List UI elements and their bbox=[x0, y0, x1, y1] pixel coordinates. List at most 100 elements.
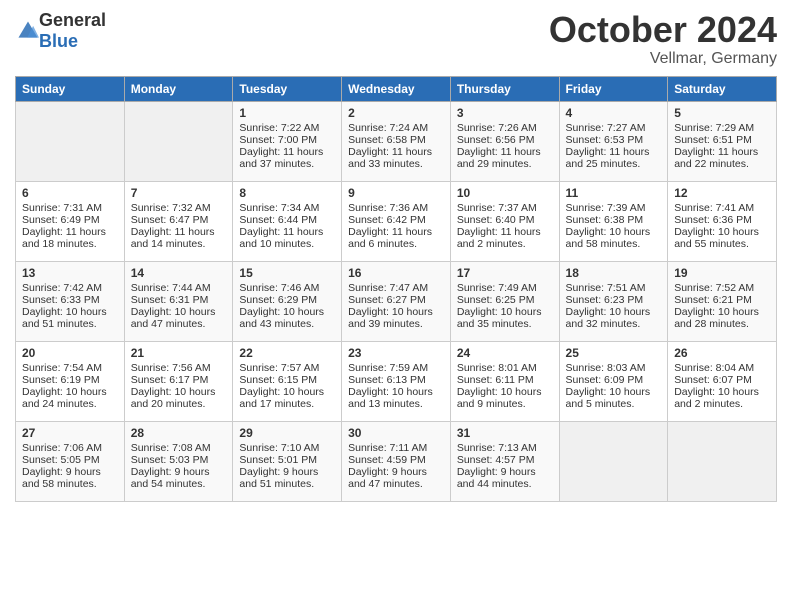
calendar-cell: 8Sunrise: 7:34 AMSunset: 6:44 PMDaylight… bbox=[233, 181, 342, 261]
day-info: Daylight: 10 hours and 2 minutes. bbox=[674, 386, 770, 410]
day-header-sunday: Sunday bbox=[16, 76, 125, 101]
day-number: 11 bbox=[566, 186, 662, 200]
calendar-cell bbox=[124, 101, 233, 181]
day-info: Daylight: 9 hours and 51 minutes. bbox=[239, 466, 335, 490]
day-info: Sunset: 6:36 PM bbox=[674, 214, 770, 226]
day-info: Sunrise: 7:22 AM bbox=[239, 122, 335, 134]
logo-general: General bbox=[39, 10, 106, 30]
day-info: Daylight: 11 hours and 18 minutes. bbox=[22, 226, 118, 250]
day-info: Daylight: 11 hours and 14 minutes. bbox=[131, 226, 227, 250]
day-info: Sunrise: 7:32 AM bbox=[131, 202, 227, 214]
day-number: 4 bbox=[566, 106, 662, 120]
calendar-cell: 22Sunrise: 7:57 AMSunset: 6:15 PMDayligh… bbox=[233, 341, 342, 421]
day-header-monday: Monday bbox=[124, 76, 233, 101]
day-info: Sunset: 6:51 PM bbox=[674, 134, 770, 146]
day-number: 6 bbox=[22, 186, 118, 200]
day-number: 31 bbox=[457, 426, 553, 440]
day-info: Sunset: 4:59 PM bbox=[348, 454, 444, 466]
day-info: Daylight: 10 hours and 43 minutes. bbox=[239, 306, 335, 330]
calendar-cell: 20Sunrise: 7:54 AMSunset: 6:19 PMDayligh… bbox=[16, 341, 125, 421]
week-row: 20Sunrise: 7:54 AMSunset: 6:19 PMDayligh… bbox=[16, 341, 777, 421]
day-info: Sunset: 6:17 PM bbox=[131, 374, 227, 386]
day-info: Sunset: 7:00 PM bbox=[239, 134, 335, 146]
day-number: 21 bbox=[131, 346, 227, 360]
day-number: 5 bbox=[674, 106, 770, 120]
day-number: 17 bbox=[457, 266, 553, 280]
calendar-cell bbox=[16, 101, 125, 181]
location-label: Vellmar, Germany bbox=[549, 50, 777, 68]
day-header-wednesday: Wednesday bbox=[342, 76, 451, 101]
day-info: Sunrise: 7:24 AM bbox=[348, 122, 444, 134]
day-info: Daylight: 9 hours and 58 minutes. bbox=[22, 466, 118, 490]
calendar-cell: 6Sunrise: 7:31 AMSunset: 6:49 PMDaylight… bbox=[16, 181, 125, 261]
month-title: October 2024 bbox=[549, 10, 777, 50]
day-number: 19 bbox=[674, 266, 770, 280]
calendar-cell: 21 Sunrise: 7:56 AMSunset: 6:17 PMDayligh… bbox=[124, 341, 233, 421]
calendar-cell: 1Sunrise: 7:22 AMSunset: 7:00 PMDaylight… bbox=[233, 101, 342, 181]
logo-blue: Blue bbox=[39, 31, 78, 51]
day-info: Sunset: 4:57 PM bbox=[457, 454, 553, 466]
logo-icon bbox=[17, 20, 39, 42]
calendar-cell: 16Sunrise: 7:47 AMSunset: 6:27 PMDayligh… bbox=[342, 261, 451, 341]
day-info: Sunrise: 7:29 AM bbox=[674, 122, 770, 134]
day-header-friday: Friday bbox=[559, 76, 668, 101]
calendar-cell: 29Sunrise: 7:10 AMSunset: 5:01 PMDayligh… bbox=[233, 421, 342, 501]
calendar-page: General Blue October 2024 Vellmar, Germa… bbox=[0, 0, 792, 512]
day-number: 13 bbox=[22, 266, 118, 280]
day-info: Sunset: 5:05 PM bbox=[22, 454, 118, 466]
day-number: 26 bbox=[674, 346, 770, 360]
day-info: Sunrise: 7:46 AM bbox=[239, 282, 335, 294]
day-info: Sunrise: 7:36 AM bbox=[348, 202, 444, 214]
calendar-cell: 24Sunrise: 8:01 AMSunset: 6:11 PMDayligh… bbox=[450, 341, 559, 421]
calendar-cell: 2Sunrise: 7:24 AMSunset: 6:58 PMDaylight… bbox=[342, 101, 451, 181]
day-info: Daylight: 10 hours and 5 minutes. bbox=[566, 386, 662, 410]
day-number: 10 bbox=[457, 186, 553, 200]
calendar-cell: 31Sunrise: 7:13 AMSunset: 4:57 PMDayligh… bbox=[450, 421, 559, 501]
day-info: Daylight: 10 hours and 20 minutes. bbox=[131, 386, 227, 410]
calendar-cell: 27Sunrise: 7:06 AMSunset: 5:05 PMDayligh… bbox=[16, 421, 125, 501]
day-info: Daylight: 10 hours and 13 minutes. bbox=[348, 386, 444, 410]
day-info: Sunrise: 7:27 AM bbox=[566, 122, 662, 134]
calendar-cell: 13Sunrise: 7:42 AMSunset: 6:33 PMDayligh… bbox=[16, 261, 125, 341]
day-info: Sunrise: 7:08 AM bbox=[131, 442, 227, 454]
day-info: Sunset: 6:07 PM bbox=[674, 374, 770, 386]
calendar-cell: 9Sunrise: 7:36 AMSunset: 6:42 PMDaylight… bbox=[342, 181, 451, 261]
day-info: Sunrise: 7:49 AM bbox=[457, 282, 553, 294]
day-info: Daylight: 10 hours and 39 minutes. bbox=[348, 306, 444, 330]
day-info: Sunrise: 7:56 AM bbox=[131, 362, 227, 374]
day-info: Daylight: 10 hours and 58 minutes. bbox=[566, 226, 662, 250]
week-row: 1Sunrise: 7:22 AMSunset: 7:00 PMDaylight… bbox=[16, 101, 777, 181]
day-info: Sunrise: 7:10 AM bbox=[239, 442, 335, 454]
calendar-cell: 14Sunrise: 7:44 AMSunset: 6:31 PMDayligh… bbox=[124, 261, 233, 341]
day-number: 22 bbox=[239, 346, 335, 360]
day-number: 15 bbox=[239, 266, 335, 280]
day-number: 3 bbox=[457, 106, 553, 120]
day-header-thursday: Thursday bbox=[450, 76, 559, 101]
day-number: 27 bbox=[22, 426, 118, 440]
day-info: Sunset: 6:11 PM bbox=[457, 374, 553, 386]
day-number: 12 bbox=[674, 186, 770, 200]
day-info: Sunset: 6:56 PM bbox=[457, 134, 553, 146]
day-info: Sunset: 6:23 PM bbox=[566, 294, 662, 306]
day-info: Sunset: 6:15 PM bbox=[239, 374, 335, 386]
day-info: Daylight: 11 hours and 2 minutes. bbox=[457, 226, 553, 250]
calendar-cell: 4Sunrise: 7:27 AMSunset: 6:53 PMDaylight… bbox=[559, 101, 668, 181]
day-info: Sunset: 6:31 PM bbox=[131, 294, 227, 306]
day-info: Sunrise: 7:44 AM bbox=[131, 282, 227, 294]
day-info: Sunset: 6:49 PM bbox=[22, 214, 118, 226]
day-number: 9 bbox=[348, 186, 444, 200]
day-info: Sunset: 6:40 PM bbox=[457, 214, 553, 226]
day-info: Sunset: 6:42 PM bbox=[348, 214, 444, 226]
day-info: Sunset: 6:25 PM bbox=[457, 294, 553, 306]
day-info: Daylight: 10 hours and 28 minutes. bbox=[674, 306, 770, 330]
calendar-cell: 3Sunrise: 7:26 AMSunset: 6:56 PMDaylight… bbox=[450, 101, 559, 181]
day-number: 2 bbox=[348, 106, 444, 120]
day-info: Sunrise: 8:03 AM bbox=[566, 362, 662, 374]
day-number: 25 bbox=[566, 346, 662, 360]
day-info: Daylight: 10 hours and 51 minutes. bbox=[22, 306, 118, 330]
day-info: Sunrise: 8:04 AM bbox=[674, 362, 770, 374]
day-info: Daylight: 9 hours and 47 minutes. bbox=[348, 466, 444, 490]
day-number: 1 bbox=[239, 106, 335, 120]
day-info: Sunset: 6:38 PM bbox=[566, 214, 662, 226]
day-info: Daylight: 9 hours and 44 minutes. bbox=[457, 466, 553, 490]
